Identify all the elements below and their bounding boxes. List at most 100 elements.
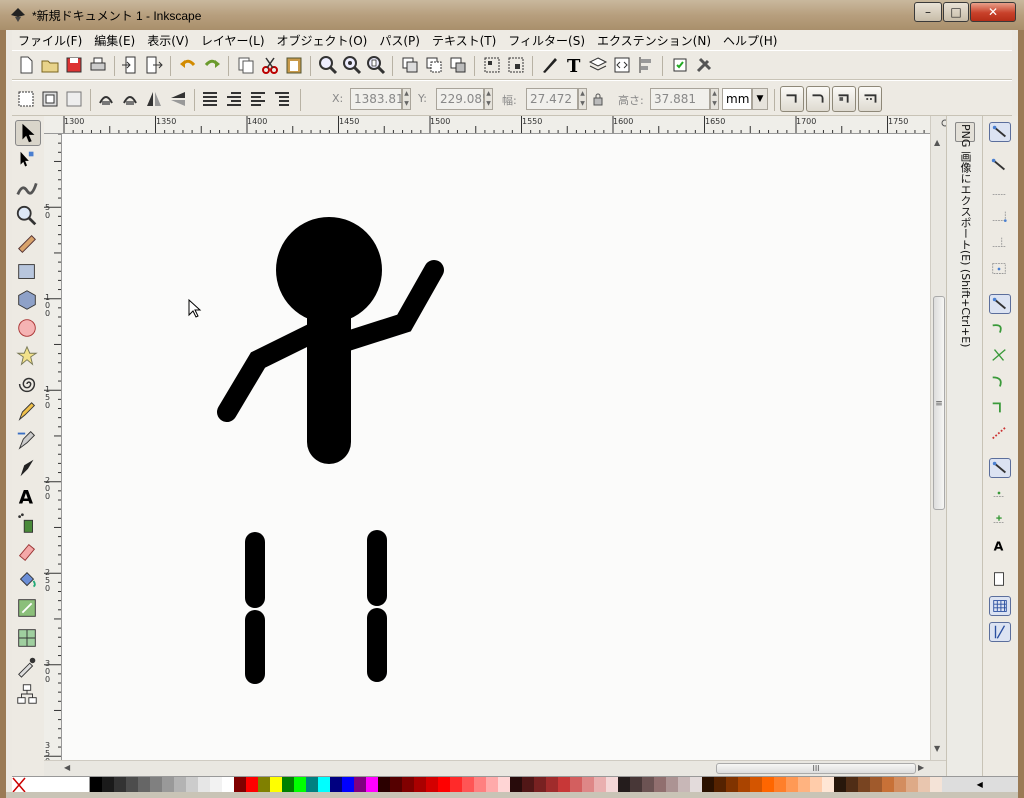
color-swatch[interactable] bbox=[245, 777, 258, 792]
snap-bbox-midpoint-button[interactable] bbox=[989, 234, 1011, 254]
save-icon[interactable] bbox=[64, 55, 84, 75]
color-swatch[interactable] bbox=[137, 777, 150, 792]
color-swatch[interactable] bbox=[521, 777, 534, 792]
color-swatch[interactable] bbox=[269, 777, 282, 792]
width-field[interactable]: 27.472 bbox=[526, 88, 578, 110]
color-swatch[interactable] bbox=[509, 777, 522, 792]
document-properties-icon[interactable] bbox=[694, 55, 714, 75]
snap-midpoints-button[interactable] bbox=[989, 424, 1011, 444]
pencil-tool[interactable] bbox=[15, 400, 41, 426]
color-swatch[interactable] bbox=[629, 777, 642, 792]
height-spinner[interactable]: ▲ ▼ bbox=[710, 88, 719, 110]
node-tool[interactable] bbox=[15, 148, 41, 174]
palette-scroll-arrow[interactable]: ◀ bbox=[941, 777, 1018, 792]
scale-corners-button[interactable] bbox=[806, 86, 830, 112]
color-swatch[interactable] bbox=[473, 777, 486, 792]
title-bar[interactable]: *新規ドキュメント 1 - Inkscape – □ ✕ bbox=[0, 0, 1024, 30]
undo-icon[interactable] bbox=[178, 55, 198, 75]
color-swatch[interactable] bbox=[497, 777, 510, 792]
color-swatch[interactable] bbox=[233, 777, 246, 792]
spray-tool[interactable] bbox=[15, 512, 41, 538]
color-swatch[interactable] bbox=[173, 777, 186, 792]
color-swatch[interactable] bbox=[737, 777, 750, 792]
tweak-tool[interactable] bbox=[15, 176, 41, 202]
color-swatch[interactable] bbox=[593, 777, 606, 792]
color-swatch[interactable] bbox=[653, 777, 666, 792]
color-swatch[interactable] bbox=[437, 777, 450, 792]
flip-horizontal-icon[interactable] bbox=[144, 89, 164, 109]
snap-rotation-center-button[interactable] bbox=[989, 510, 1011, 530]
color-swatch[interactable] bbox=[833, 777, 846, 792]
preferences-icon[interactable] bbox=[670, 55, 690, 75]
export-png-tab-label[interactable]: PNG 画像にエクスポート(E) (Shift+Ctrl+E) bbox=[957, 124, 973, 347]
horizontal-ruler[interactable]: 1300 1350 1400 1450 1500 1550 1600 1650 … bbox=[44, 116, 930, 134]
minimize-button[interactable]: – bbox=[914, 2, 942, 22]
color-swatch[interactable] bbox=[773, 777, 786, 792]
color-swatch[interactable] bbox=[257, 777, 270, 792]
snap-bbox-corner-button[interactable] bbox=[989, 208, 1011, 228]
vertical-ruler[interactable]: 50 100 150 200 250 300 350 bbox=[44, 134, 62, 760]
color-swatch[interactable] bbox=[329, 777, 342, 792]
color-swatch[interactable] bbox=[185, 777, 198, 792]
color-swatch[interactable] bbox=[401, 777, 414, 792]
rotate-ccw-icon[interactable] bbox=[96, 89, 116, 109]
transform-gradients-button[interactable] bbox=[832, 86, 856, 112]
color-swatch[interactable] bbox=[305, 777, 318, 792]
color-swatch[interactable] bbox=[809, 777, 822, 792]
snap-bbox-center-button[interactable] bbox=[989, 260, 1011, 280]
lower-to-bottom-icon[interactable] bbox=[272, 89, 292, 109]
snap-nodes-button[interactable] bbox=[989, 294, 1011, 314]
group-icon[interactable] bbox=[482, 55, 502, 75]
unit-select[interactable]: mm bbox=[722, 88, 752, 110]
snap-page-border-button[interactable] bbox=[989, 570, 1011, 590]
dropper-tool[interactable] bbox=[15, 654, 41, 680]
color-swatch[interactable] bbox=[557, 777, 570, 792]
vertical-scroll-thumb[interactable]: ≡ bbox=[933, 296, 945, 510]
scale-stroke-button[interactable] bbox=[780, 86, 804, 112]
select-all-icon[interactable] bbox=[16, 89, 36, 109]
color-swatch[interactable] bbox=[881, 777, 894, 792]
mesh-tool[interactable] bbox=[15, 626, 41, 652]
menu-help[interactable]: ヘルプ(H) bbox=[717, 32, 783, 49]
paste-icon[interactable] bbox=[284, 55, 304, 75]
color-swatch[interactable] bbox=[893, 777, 906, 792]
color-swatch[interactable] bbox=[929, 777, 942, 792]
zoom-tool[interactable] bbox=[15, 204, 41, 230]
x-spinner[interactable]: ▲ ▼ bbox=[402, 88, 411, 110]
color-swatch[interactable] bbox=[665, 777, 678, 792]
fill-stroke-icon[interactable] bbox=[540, 55, 560, 75]
color-swatch[interactable] bbox=[713, 777, 726, 792]
3d-box-tool[interactable] bbox=[15, 288, 41, 314]
raise-to-top-icon[interactable] bbox=[200, 89, 220, 109]
unit-dropdown-arrow[interactable]: ▼ bbox=[752, 88, 768, 110]
color-swatch[interactable] bbox=[581, 777, 594, 792]
color-swatch[interactable] bbox=[569, 777, 582, 792]
menu-extensions[interactable]: エクステンション(N) bbox=[591, 32, 717, 49]
raise-icon[interactable] bbox=[224, 89, 244, 109]
duplicate-icon[interactable] bbox=[400, 55, 420, 75]
menu-layer[interactable]: レイヤー(L) bbox=[195, 32, 271, 49]
color-swatch[interactable] bbox=[533, 777, 546, 792]
color-swatch[interactable] bbox=[377, 777, 390, 792]
paint-bucket-tool[interactable] bbox=[15, 568, 41, 594]
scroll-right-arrow[interactable]: ▶ bbox=[918, 763, 924, 772]
color-swatch[interactable] bbox=[101, 777, 114, 792]
lock-ratio-icon[interactable] bbox=[592, 92, 604, 106]
unlink-clone-icon[interactable] bbox=[448, 55, 468, 75]
deselect-icon[interactable] bbox=[64, 89, 84, 109]
color-swatch[interactable] bbox=[857, 777, 870, 792]
color-swatch[interactable] bbox=[209, 777, 222, 792]
color-swatch[interactable] bbox=[701, 777, 714, 792]
vertical-scrollbar[interactable]: ▲ ≡ ▼ bbox=[930, 116, 949, 760]
color-swatch[interactable] bbox=[641, 777, 654, 792]
select-all-layers-icon[interactable] bbox=[40, 89, 60, 109]
text-tool[interactable]: A bbox=[15, 484, 41, 510]
color-swatch[interactable] bbox=[785, 777, 798, 792]
color-swatch[interactable] bbox=[449, 777, 462, 792]
stick-figure-drawing[interactable] bbox=[62, 134, 930, 760]
color-swatch[interactable] bbox=[821, 777, 834, 792]
horizontal-scrollbar[interactable]: ◀ III ▶ bbox=[44, 760, 946, 776]
color-swatch[interactable] bbox=[353, 777, 366, 792]
snap-smooth-nodes-button[interactable] bbox=[989, 398, 1011, 418]
ellipse-tool[interactable] bbox=[15, 316, 41, 342]
